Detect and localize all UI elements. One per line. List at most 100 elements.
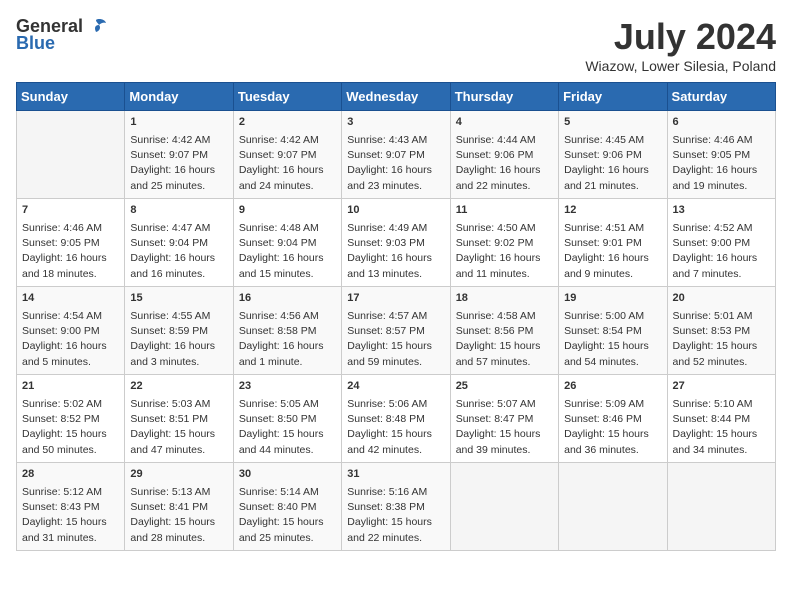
week-row-5: 28Sunrise: 5:12 AMSunset: 8:43 PMDayligh…	[17, 463, 776, 551]
cell-text: Sunset: 8:38 PM	[347, 500, 444, 515]
calendar-cell: 2Sunrise: 4:42 AMSunset: 9:07 PMDaylight…	[233, 111, 341, 199]
cell-text: Daylight: 15 hours	[456, 427, 553, 442]
day-number: 21	[22, 379, 119, 395]
cell-text: Daylight: 16 hours	[239, 339, 336, 354]
calendar-cell: 10Sunrise: 4:49 AMSunset: 9:03 PMDayligh…	[342, 199, 450, 287]
cell-text: and 44 minutes.	[239, 443, 336, 458]
cell-text: Sunset: 8:50 PM	[239, 412, 336, 427]
cell-text: Sunset: 9:06 PM	[564, 148, 661, 163]
day-number: 8	[130, 203, 227, 219]
cell-text: and 54 minutes.	[564, 355, 661, 370]
cell-text: Daylight: 16 hours	[673, 163, 770, 178]
cell-text: and 15 minutes.	[239, 267, 336, 282]
cell-text: Sunrise: 4:45 AM	[564, 133, 661, 148]
cell-text: and 19 minutes.	[673, 179, 770, 194]
page-header: General Blue July 2024 Wiazow, Lower Sil…	[16, 16, 776, 74]
cell-text: Sunrise: 5:02 AM	[22, 397, 119, 412]
cell-text: Sunrise: 4:43 AM	[347, 133, 444, 148]
cell-text: and 34 minutes.	[673, 443, 770, 458]
calendar-cell: 17Sunrise: 4:57 AMSunset: 8:57 PMDayligh…	[342, 287, 450, 375]
day-number: 23	[239, 379, 336, 395]
cell-text: Daylight: 16 hours	[130, 339, 227, 354]
cell-text: Daylight: 16 hours	[673, 251, 770, 266]
cell-text: and 31 minutes.	[22, 531, 119, 546]
day-number: 31	[347, 467, 444, 483]
cell-text: and 24 minutes.	[239, 179, 336, 194]
calendar-cell: 11Sunrise: 4:50 AMSunset: 9:02 PMDayligh…	[450, 199, 558, 287]
calendar-cell: 21Sunrise: 5:02 AMSunset: 8:52 PMDayligh…	[17, 375, 125, 463]
cell-text: and 22 minutes.	[456, 179, 553, 194]
cell-text: Sunrise: 5:03 AM	[130, 397, 227, 412]
cell-text: Daylight: 15 hours	[673, 339, 770, 354]
cell-text: Sunrise: 4:58 AM	[456, 309, 553, 324]
cell-text: and 9 minutes.	[564, 267, 661, 282]
day-number: 5	[564, 115, 661, 131]
calendar-cell: 14Sunrise: 4:54 AMSunset: 9:00 PMDayligh…	[17, 287, 125, 375]
cell-text: Daylight: 16 hours	[456, 163, 553, 178]
calendar-cell: 27Sunrise: 5:10 AMSunset: 8:44 PMDayligh…	[667, 375, 775, 463]
calendar-cell: 4Sunrise: 4:44 AMSunset: 9:06 PMDaylight…	[450, 111, 558, 199]
cell-text: and 52 minutes.	[673, 355, 770, 370]
calendar-cell: 25Sunrise: 5:07 AMSunset: 8:47 PMDayligh…	[450, 375, 558, 463]
cell-text: and 23 minutes.	[347, 179, 444, 194]
cell-text: Sunset: 9:07 PM	[347, 148, 444, 163]
cell-text: Sunset: 9:04 PM	[239, 236, 336, 251]
cell-text: Daylight: 16 hours	[347, 163, 444, 178]
cell-text: Sunrise: 5:10 AM	[673, 397, 770, 412]
calendar-cell: 31 Sunrise: 5:16 AMSunset: 8:38 PMDayligh…	[342, 463, 450, 551]
cell-text: Daylight: 15 hours	[347, 515, 444, 530]
cell-text: and 7 minutes.	[673, 267, 770, 282]
cell-text: Daylight: 15 hours	[564, 427, 661, 442]
day-number: 25	[456, 379, 553, 395]
calendar-cell: 23Sunrise: 5:05 AMSunset: 8:50 PMDayligh…	[233, 375, 341, 463]
day-number: 28	[22, 467, 119, 483]
cell-text: Sunrise: 4:49 AM	[347, 221, 444, 236]
cell-text: Sunset: 8:41 PM	[130, 500, 227, 515]
title-block: July 2024 Wiazow, Lower Silesia, Poland	[585, 16, 776, 74]
day-number: 15	[130, 291, 227, 307]
cell-text: Sunrise: 4:56 AM	[239, 309, 336, 324]
cell-text: Daylight: 15 hours	[130, 427, 227, 442]
cell-text: Sunrise: 5:06 AM	[347, 397, 444, 412]
cell-text: Daylight: 16 hours	[456, 251, 553, 266]
day-number: 27	[673, 379, 770, 395]
cell-text: Sunset: 9:07 PM	[239, 148, 336, 163]
cell-text: Sunset: 9:00 PM	[22, 324, 119, 339]
cell-text: Sunrise: 5:09 AM	[564, 397, 661, 412]
cell-text: Sunset: 8:48 PM	[347, 412, 444, 427]
cell-text: Sunset: 9:02 PM	[456, 236, 553, 251]
calendar-cell	[450, 463, 558, 551]
cell-text: Sunrise: 4:54 AM	[22, 309, 119, 324]
location: Wiazow, Lower Silesia, Poland	[585, 58, 776, 74]
week-row-4: 21Sunrise: 5:02 AMSunset: 8:52 PMDayligh…	[17, 375, 776, 463]
cell-text: Sunset: 8:47 PM	[456, 412, 553, 427]
calendar-cell: 30Sunrise: 5:14 AMSunset: 8:40 PMDayligh…	[233, 463, 341, 551]
cell-text: Sunrise: 4:42 AM	[130, 133, 227, 148]
cell-text: Sunset: 9:00 PM	[673, 236, 770, 251]
cell-text: Daylight: 15 hours	[564, 339, 661, 354]
header-cell-saturday: Saturday	[667, 83, 775, 111]
calendar-cell	[667, 463, 775, 551]
cell-text: Sunrise: 5:16 AM	[347, 485, 444, 500]
calendar-cell: 7Sunrise: 4:46 AMSunset: 9:05 PMDaylight…	[17, 199, 125, 287]
cell-text: Daylight: 15 hours	[130, 515, 227, 530]
day-number: 3	[347, 115, 444, 131]
calendar-cell	[17, 111, 125, 199]
logo-blue-text: Blue	[16, 33, 55, 54]
cell-text: Sunrise: 4:50 AM	[456, 221, 553, 236]
cell-text: Sunset: 8:43 PM	[22, 500, 119, 515]
week-row-3: 14Sunrise: 4:54 AMSunset: 9:00 PMDayligh…	[17, 287, 776, 375]
cell-text: Daylight: 15 hours	[239, 427, 336, 442]
cell-text: Sunset: 9:03 PM	[347, 236, 444, 251]
day-number: 24	[347, 379, 444, 395]
day-number: 22	[130, 379, 227, 395]
week-row-1: 1Sunrise: 4:42 AMSunset: 9:07 PMDaylight…	[17, 111, 776, 199]
day-number: 26	[564, 379, 661, 395]
cell-text: and 21 minutes.	[564, 179, 661, 194]
logo-bird-icon	[85, 18, 107, 36]
cell-text: and 25 minutes.	[239, 531, 336, 546]
cell-text: Sunrise: 5:00 AM	[564, 309, 661, 324]
cell-text: Daylight: 15 hours	[347, 339, 444, 354]
calendar-cell: 1Sunrise: 4:42 AMSunset: 9:07 PMDaylight…	[125, 111, 233, 199]
calendar-cell	[559, 463, 667, 551]
